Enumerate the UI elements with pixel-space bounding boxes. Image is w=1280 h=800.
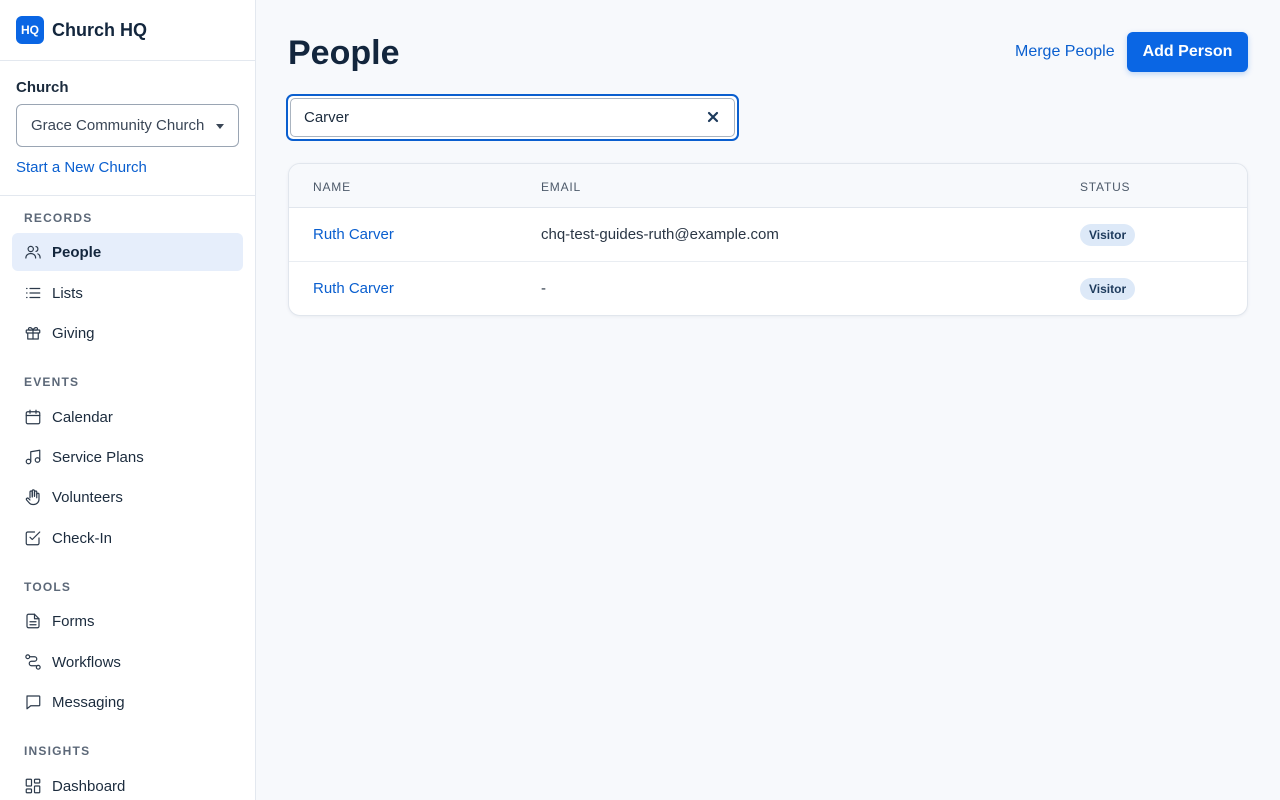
sidebar-item-label: Check-In bbox=[52, 529, 113, 547]
workflow-icon bbox=[24, 653, 42, 671]
list-icon bbox=[24, 284, 42, 302]
sidebar-item-dashboard[interactable]: Dashboard bbox=[12, 767, 243, 800]
nav-section-events: EVENTS bbox=[24, 375, 80, 389]
dashboard-icon bbox=[24, 777, 42, 795]
person-name-link[interactable]: Ruth Carver bbox=[313, 280, 394, 297]
sidebar: HQ Church HQ Church Grace Community Chur… bbox=[0, 0, 256, 800]
table-header: NAME EMAIL STATUS bbox=[289, 164, 1247, 208]
sidebar-item-people[interactable]: People bbox=[12, 233, 243, 271]
church-selector-section: Church Grace Community Church Start a Ne… bbox=[0, 61, 255, 196]
sidebar-item-workflows[interactable]: Workflows bbox=[12, 643, 243, 681]
start-new-church-link[interactable]: Start a New Church bbox=[16, 159, 239, 176]
sidebar-item-giving[interactable]: Giving bbox=[12, 314, 243, 352]
search-box bbox=[286, 94, 739, 141]
sidebar-item-lists[interactable]: Lists bbox=[12, 274, 243, 312]
column-header-status[interactable]: STATUS bbox=[1080, 180, 1130, 194]
sidebar-item-label: Giving bbox=[52, 324, 95, 342]
sidebar-item-label: Lists bbox=[52, 284, 83, 302]
person-email: chq-test-guides-ruth@example.com bbox=[541, 226, 779, 243]
table-row[interactable]: Ruth Carver chq-test-guides-ruth@example… bbox=[289, 208, 1247, 262]
person-name-link[interactable]: Ruth Carver bbox=[313, 226, 394, 243]
sidebar-item-volunteers[interactable]: Volunteers bbox=[12, 478, 243, 516]
nav-section-tools: TOOLS bbox=[24, 580, 72, 594]
nav-section-insights: INSIGHTS bbox=[24, 744, 91, 758]
column-header-email[interactable]: EMAIL bbox=[541, 180, 581, 194]
sidebar-item-label: Service Plans bbox=[52, 448, 144, 466]
column-header-name[interactable]: NAME bbox=[313, 180, 351, 194]
status-badge: Visitor bbox=[1080, 224, 1136, 246]
sidebar-item-label: Volunteers bbox=[52, 488, 123, 506]
table-row[interactable]: Ruth Carver - Visitor bbox=[289, 262, 1247, 315]
church-label: Church bbox=[16, 79, 69, 96]
sidebar-item-check-in[interactable]: Check-In bbox=[12, 519, 243, 557]
brand[interactable]: HQ Church HQ bbox=[0, 0, 255, 61]
hand-icon bbox=[24, 488, 42, 506]
merge-people-link[interactable]: Merge People bbox=[1015, 43, 1115, 61]
status-badge: Visitor bbox=[1080, 278, 1136, 300]
brand-name: Church HQ bbox=[52, 19, 148, 40]
close-icon[interactable] bbox=[706, 110, 720, 124]
music-note-icon bbox=[24, 448, 42, 466]
nav-section-records: RECORDS bbox=[24, 211, 93, 225]
sidebar-item-label: Workflows bbox=[52, 653, 121, 671]
sidebar-item-service-plans[interactable]: Service Plans bbox=[12, 438, 243, 476]
sidebar-item-label: Calendar bbox=[52, 408, 113, 426]
checkbox-icon bbox=[24, 529, 42, 547]
sidebar-item-label: Messaging bbox=[52, 693, 125, 711]
church-select[interactable]: Grace Community Church bbox=[16, 104, 239, 147]
sidebar-item-calendar[interactable]: Calendar bbox=[12, 398, 243, 436]
calendar-icon bbox=[24, 408, 42, 426]
person-email: - bbox=[541, 280, 546, 297]
church-select-value: Grace Community Church bbox=[31, 117, 205, 134]
search-field bbox=[290, 98, 735, 137]
sidebar-item-messaging[interactable]: Messaging bbox=[12, 683, 243, 721]
search-input[interactable] bbox=[304, 109, 684, 126]
sidebar-item-label: Forms bbox=[52, 612, 95, 630]
people-table: NAME EMAIL STATUS Ruth Carver chq-test-g… bbox=[288, 163, 1248, 316]
page-title: People bbox=[288, 34, 400, 72]
sidebar-item-label: People bbox=[52, 243, 102, 261]
brand-logo: HQ bbox=[16, 16, 44, 44]
gift-icon bbox=[24, 324, 42, 342]
sidebar-item-label: Dashboard bbox=[52, 777, 126, 795]
chevron-down-icon bbox=[216, 124, 224, 129]
document-icon bbox=[24, 612, 42, 630]
sidebar-item-forms[interactable]: Forms bbox=[12, 602, 243, 640]
users-icon bbox=[24, 243, 42, 261]
chat-icon bbox=[24, 693, 42, 711]
add-person-button[interactable]: Add Person bbox=[1127, 32, 1248, 72]
